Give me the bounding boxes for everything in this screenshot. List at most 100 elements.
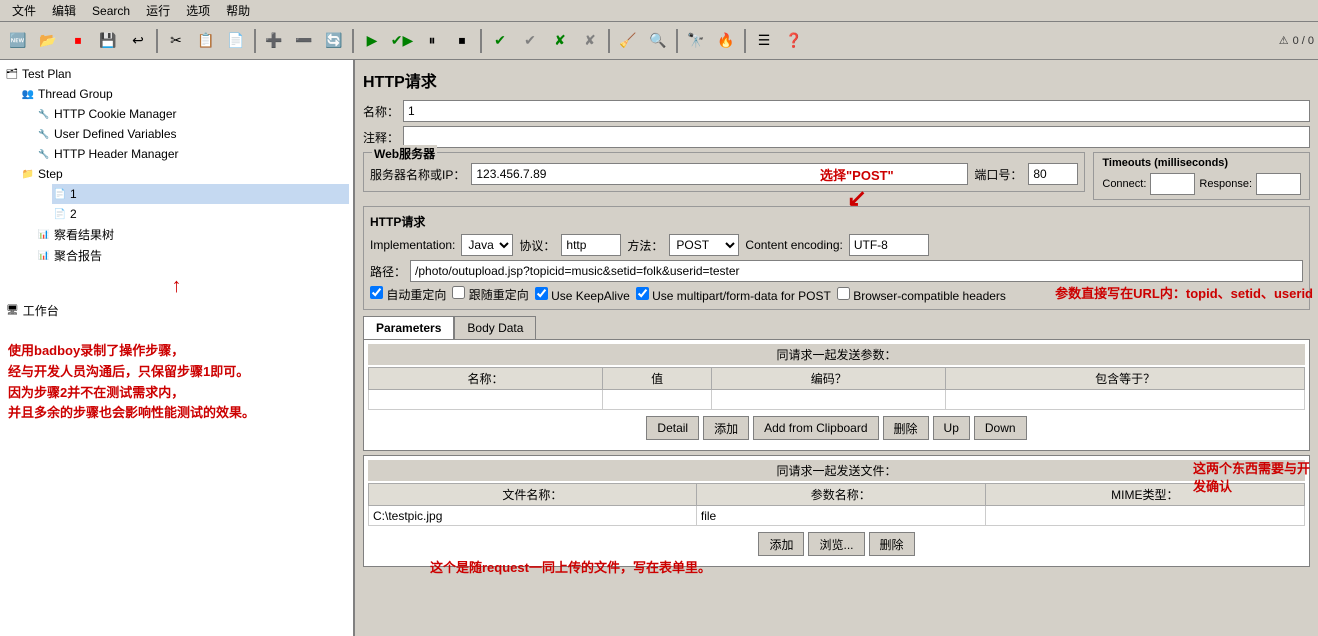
add-button[interactable]: 添加 xyxy=(703,416,749,440)
path-input[interactable] xyxy=(410,260,1303,282)
cookie-label: HTTP Cookie Manager xyxy=(54,107,177,121)
toolbar-x-gray[interactable]: ✘ xyxy=(576,27,604,55)
menu-options[interactable]: 选项 xyxy=(178,0,218,21)
file-row: C:\testpic.jpg file xyxy=(369,506,1305,526)
workbench[interactable]: 🖥 工作台 xyxy=(4,300,349,321)
toolbar-flame[interactable]: 🔥 xyxy=(712,27,740,55)
toolbar-separator-1 xyxy=(156,29,158,53)
status-count: 0 / 0 xyxy=(1293,35,1314,47)
web-server-label: Web服务器 xyxy=(372,145,437,162)
toolbar-binoculars[interactable]: 🔭 xyxy=(682,27,710,55)
checkbox-browser-compat[interactable]: Browser-compatible headers xyxy=(837,287,1006,303)
menu-edit[interactable]: 编辑 xyxy=(44,0,84,21)
name-label: 名称： xyxy=(363,103,399,120)
toolbar-broom[interactable]: 🧹 xyxy=(614,27,642,55)
menu-run[interactable]: 运行 xyxy=(138,0,178,21)
files-browse-button[interactable]: 浏览... xyxy=(808,532,864,556)
port-label: 端口号： xyxy=(974,166,1022,183)
col-value: 值 xyxy=(603,368,712,390)
port-input[interactable] xyxy=(1028,163,1078,185)
server-input[interactable] xyxy=(471,163,968,185)
item2-icon: 📄 xyxy=(52,206,68,222)
testplan-label: Test Plan xyxy=(22,67,71,81)
menu-file[interactable]: 文件 xyxy=(4,0,44,21)
file-col-name: 文件名称： xyxy=(369,484,697,506)
tree-item-step[interactable]: 📁 Step xyxy=(20,164,349,184)
name-row: 名称： xyxy=(363,100,1310,122)
toolbar-add[interactable]: ➕ xyxy=(260,27,288,55)
tree-item-aggregate[interactable]: 📊 聚合报告 xyxy=(36,245,349,266)
menu-search[interactable]: Search xyxy=(84,2,138,20)
tab-bodydata[interactable]: Body Data xyxy=(454,316,536,339)
menu-help[interactable]: 帮助 xyxy=(218,0,258,21)
tree-item-threadgroup[interactable]: 👥 Thread Group xyxy=(20,84,349,104)
toolbar-check-gray[interactable]: ✔ xyxy=(516,27,544,55)
checkbox-row: 自动重定向 跟随重定向 Use KeepAlive Use multi xyxy=(370,286,1303,303)
protocol-input[interactable] xyxy=(561,234,621,256)
toolbar-save[interactable]: 💾 xyxy=(94,27,122,55)
toolbar-list[interactable]: ☰ xyxy=(750,27,778,55)
table-row xyxy=(369,390,1305,410)
detail-button[interactable]: Detail xyxy=(646,416,699,440)
connect-input[interactable] xyxy=(1150,173,1195,195)
up-button[interactable]: Up xyxy=(933,416,970,440)
toolbar-broom2[interactable]: 🔍 xyxy=(644,27,672,55)
response-input[interactable] xyxy=(1256,173,1301,195)
encoding-input[interactable] xyxy=(849,234,929,256)
checkbox-keepalive[interactable]: Use KeepAlive xyxy=(535,287,630,303)
protocol-label: 协议： xyxy=(519,237,555,254)
method-label: 方法： xyxy=(627,237,663,254)
toolbar-check-green[interactable]: ✔ xyxy=(486,27,514,55)
response-label: Response: xyxy=(1199,178,1252,190)
impl-select[interactable]: Java xyxy=(461,234,513,256)
tree-item-cookie[interactable]: 🔧 HTTP Cookie Manager xyxy=(36,104,349,124)
toolbar-new[interactable]: 🆕 xyxy=(4,27,32,55)
toolbar-x-green[interactable]: ✘ xyxy=(546,27,574,55)
tree-item-header[interactable]: 🔧 HTTP Header Manager xyxy=(36,144,349,164)
file-paramname: file xyxy=(696,506,985,526)
params-table: 名称： 值 编码？ 包含等于？ xyxy=(368,367,1305,410)
comment-input[interactable] xyxy=(403,126,1310,148)
checkbox-multipart[interactable]: Use multipart/form-data for POST xyxy=(636,287,831,303)
toolbar-remove[interactable]: ➖ xyxy=(290,27,318,55)
delete-button[interactable]: 删除 xyxy=(883,416,929,440)
tree-item-resulttree[interactable]: 📊 察看结果树 xyxy=(36,224,349,245)
files-add-button[interactable]: 添加 xyxy=(758,532,804,556)
tree-item-variables[interactable]: 🔧 User Defined Variables xyxy=(36,124,349,144)
toolbar-stop2[interactable]: ⏹ xyxy=(448,27,476,55)
tree-item-2[interactable]: 📄 2 xyxy=(52,204,349,224)
files-buttons: 添加 浏览... 删除 xyxy=(368,526,1305,562)
toolbar-separator-6 xyxy=(676,29,678,53)
left-annotation: 使用badboy录制了操作步骤， 经与开发人员沟通后，只保留步骤1即可。 因为步… xyxy=(4,341,349,424)
item2-label: 2 xyxy=(70,207,77,221)
checkbox-auto-redirect[interactable]: 自动重定向 xyxy=(370,286,446,303)
left-panel: 🗂 Test Plan 👥 Thread Group 🔧 HTTP Cookie… xyxy=(0,60,355,636)
toolbar-play[interactable]: ▶ xyxy=(358,27,386,55)
toolbar-refresh[interactable]: 🔄 xyxy=(320,27,348,55)
tab-parameters[interactable]: Parameters xyxy=(363,316,454,339)
toolbar-copy[interactable]: 📋 xyxy=(192,27,220,55)
col-name: 名称： xyxy=(369,368,603,390)
toolbar-help[interactable]: ❓ xyxy=(780,27,808,55)
toolbar-cut[interactable]: ✂ xyxy=(162,27,190,55)
checkbox-follow-redirect[interactable]: 跟随重定向 xyxy=(452,286,528,303)
params-buttons: Detail 添加 Add from Clipboard 删除 Up Down xyxy=(368,410,1305,446)
connect-label: Connect: xyxy=(1102,178,1146,190)
tree-item-1[interactable]: 📄 1 xyxy=(52,184,349,204)
toolbar-revert[interactable]: ↩ xyxy=(124,27,152,55)
toolbar-open[interactable]: 📂 xyxy=(34,27,62,55)
step-icon: 📁 xyxy=(20,166,36,182)
variables-icon: 🔧 xyxy=(36,126,52,142)
toolbar-separator-7 xyxy=(744,29,746,53)
name-input[interactable] xyxy=(403,100,1310,122)
toolbar-pause[interactable]: ⏸ xyxy=(418,27,446,55)
tree-item-testplan[interactable]: 🗂 Test Plan xyxy=(4,64,349,84)
method-select[interactable]: POST xyxy=(669,234,739,256)
down-button[interactable]: Down xyxy=(974,416,1027,440)
toolbar-stop[interactable]: ⏹ xyxy=(64,27,92,55)
resulttree-label: 察看结果树 xyxy=(54,226,114,243)
files-delete-button[interactable]: 删除 xyxy=(869,532,915,556)
toolbar-paste[interactable]: 📄 xyxy=(222,27,250,55)
toolbar-play-check[interactable]: ✔▶ xyxy=(388,27,416,55)
add-from-clipboard-button[interactable]: Add from Clipboard xyxy=(753,416,878,440)
